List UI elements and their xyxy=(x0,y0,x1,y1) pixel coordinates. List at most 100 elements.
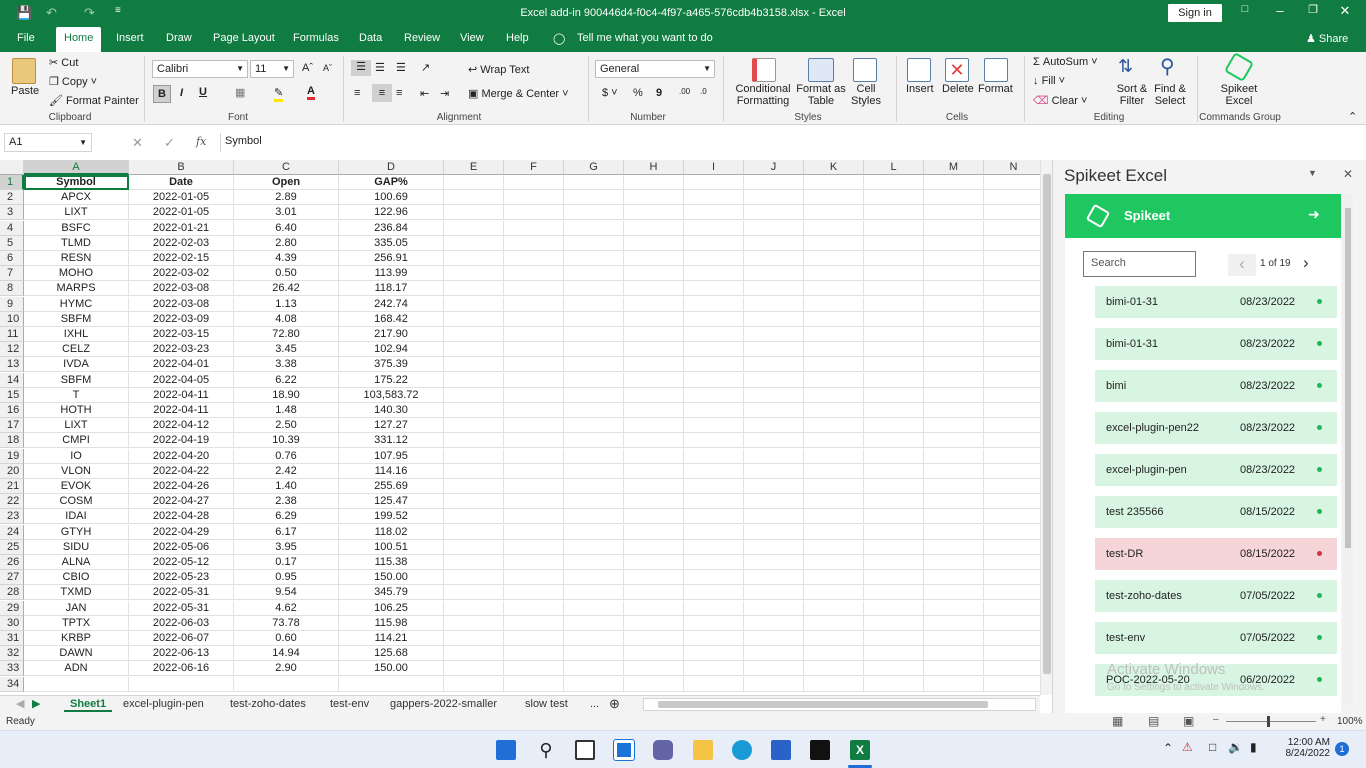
decrease-decimal-icon[interactable]: .0 xyxy=(700,87,707,96)
table-cell[interactable] xyxy=(744,631,804,646)
table-cell[interactable] xyxy=(864,433,924,449)
table-cell[interactable] xyxy=(564,585,624,601)
table-cell[interactable]: 2022-04-26 xyxy=(129,479,234,494)
merge-center-button[interactable]: ▣ Merge & Center ˅ xyxy=(468,87,569,100)
pane-scroll-thumb[interactable] xyxy=(1345,208,1351,548)
logout-icon[interactable]: ➜ xyxy=(1308,206,1320,223)
table-cell[interactable]: 2022-03-02 xyxy=(129,266,234,282)
column-header-a[interactable]: A xyxy=(24,160,129,175)
table-cell[interactable] xyxy=(924,615,984,631)
vertical-scroll-thumb[interactable] xyxy=(1043,174,1051,674)
sheet-tab-slow-test[interactable]: slow test xyxy=(519,697,574,712)
table-cell[interactable] xyxy=(444,479,504,494)
add-sheet-icon[interactable]: ⊕ xyxy=(603,697,626,712)
table-cell[interactable] xyxy=(564,357,624,373)
table-cell[interactable] xyxy=(564,539,624,555)
table-cell[interactable] xyxy=(684,661,744,677)
table-cell[interactable] xyxy=(624,676,684,692)
align-bottom-icon[interactable]: ☰ xyxy=(396,61,406,74)
table-cell[interactable] xyxy=(504,205,564,221)
table-cell[interactable] xyxy=(504,235,564,251)
search-input[interactable]: Search xyxy=(1083,251,1196,277)
table-cell[interactable]: 9.54 xyxy=(234,585,339,601)
clock[interactable]: 12:00 AM 8/24/2022 xyxy=(1270,737,1331,759)
cell-styles-icon[interactable] xyxy=(853,58,877,82)
table-cell[interactable] xyxy=(924,448,984,464)
table-cell[interactable]: 2022-05-06 xyxy=(129,539,234,555)
table-cell[interactable] xyxy=(924,357,984,373)
delete-cells-button[interactable]: Delete xyxy=(942,83,974,95)
table-cell[interactable] xyxy=(984,479,1040,494)
table-cell[interactable]: 2.90 xyxy=(234,661,339,677)
table-cell[interactable] xyxy=(744,494,804,510)
table-cell[interactable] xyxy=(804,524,864,540)
row-header[interactable]: 27 xyxy=(0,570,24,586)
table-cell[interactable] xyxy=(444,646,504,662)
vertical-scrollbar[interactable] xyxy=(1040,160,1052,695)
table-cell[interactable] xyxy=(564,251,624,266)
table-cell[interactable]: DAWN xyxy=(24,646,129,662)
table-cell[interactable]: MARPS xyxy=(24,281,129,297)
table-cell[interactable]: 217.90 xyxy=(339,327,444,342)
column-header-i[interactable]: I xyxy=(684,160,744,175)
horizontal-scroll-thumb[interactable] xyxy=(658,701,988,708)
table-cell[interactable] xyxy=(684,205,744,221)
table-cell[interactable] xyxy=(924,281,984,297)
table-cell[interactable] xyxy=(804,463,864,479)
table-cell[interactable]: 115.38 xyxy=(339,555,444,570)
table-cell[interactable]: TXMD xyxy=(24,585,129,601)
table-cell[interactable] xyxy=(804,205,864,221)
table-cell[interactable] xyxy=(864,190,924,206)
table-cell[interactable]: 26.42 xyxy=(234,281,339,297)
table-cell[interactable] xyxy=(804,494,864,510)
number-format-select[interactable]: General ▼ xyxy=(595,60,715,78)
delete-cells-icon[interactable]: ✕ xyxy=(945,58,969,82)
header-cell[interactable]: Open xyxy=(234,175,339,190)
insert-function-button[interactable]: fx xyxy=(196,135,206,148)
borders-icon[interactable]: ▦ xyxy=(235,86,245,99)
increase-decimal-icon[interactable]: .00 xyxy=(679,87,690,96)
table-cell[interactable] xyxy=(804,372,864,388)
align-top-icon[interactable]: ☰ xyxy=(351,60,371,76)
table-cell[interactable] xyxy=(624,555,684,570)
table-cell[interactable] xyxy=(504,646,564,662)
table-cell[interactable]: 168.42 xyxy=(339,311,444,327)
table-cell[interactable] xyxy=(624,403,684,418)
table-cell[interactable] xyxy=(564,190,624,206)
table-cell[interactable] xyxy=(684,372,744,388)
underline-button[interactable]: U xyxy=(199,86,207,98)
table-cell[interactable] xyxy=(984,251,1040,266)
table-cell[interactable] xyxy=(684,539,744,555)
zoom-slider-thumb[interactable] xyxy=(1267,716,1270,727)
table-cell[interactable] xyxy=(924,585,984,601)
table-cell[interactable] xyxy=(924,235,984,251)
dataset-list-item[interactable]: excel-plugin-pen22 08/23/2022 xyxy=(1095,412,1337,444)
table-cell[interactable]: 2.80 xyxy=(234,235,339,251)
table-cell[interactable] xyxy=(564,372,624,388)
table-cell[interactable] xyxy=(504,357,564,373)
table-cell[interactable]: 1.40 xyxy=(234,479,339,494)
table-cell[interactable] xyxy=(504,463,564,479)
table-cell[interactable]: 150.00 xyxy=(339,661,444,677)
table-cell[interactable]: 3.38 xyxy=(234,357,339,373)
table-cell[interactable] xyxy=(864,539,924,555)
table-cell[interactable]: 242.74 xyxy=(339,296,444,312)
table-cell[interactable] xyxy=(684,585,744,601)
table-cell[interactable] xyxy=(684,235,744,251)
column-header-m[interactable]: M xyxy=(924,160,984,175)
row-header[interactable]: 31 xyxy=(0,631,24,646)
table-cell[interactable] xyxy=(504,448,564,464)
table-cell[interactable] xyxy=(744,509,804,525)
spikeet-excel-button[interactable]: Spikeet Excel xyxy=(1212,83,1266,107)
table-cell[interactable]: 2022-02-03 xyxy=(129,235,234,251)
table-cell[interactable]: 3.01 xyxy=(234,205,339,221)
column-header-e[interactable]: E xyxy=(444,160,504,175)
table-cell[interactable] xyxy=(444,433,504,449)
zoom-out-icon[interactable]: – xyxy=(1213,714,1219,725)
table-cell[interactable] xyxy=(924,372,984,388)
table-cell[interactable]: 1.48 xyxy=(234,403,339,418)
table-cell[interactable] xyxy=(984,357,1040,373)
sheet-tab-sheet1[interactable]: Sheet1 xyxy=(64,697,113,712)
table-cell[interactable] xyxy=(744,296,804,312)
table-cell[interactable] xyxy=(744,676,804,692)
